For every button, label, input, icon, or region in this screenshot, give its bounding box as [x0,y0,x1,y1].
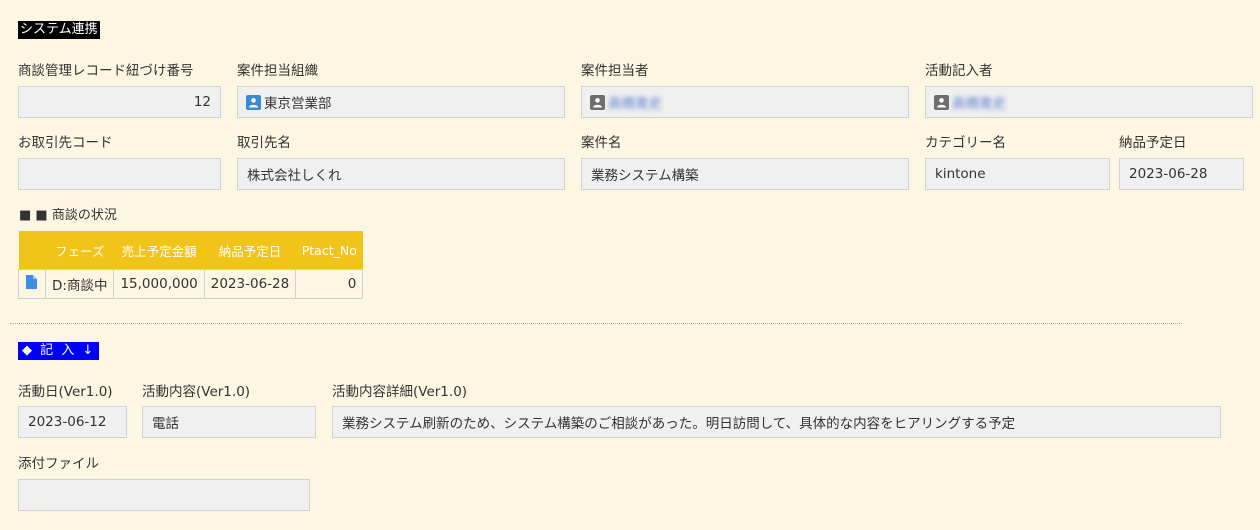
org-value[interactable]: 東京営業部 [264,92,332,112]
attachment-field [18,479,310,511]
org-field: 東京営業部 [237,86,565,118]
table-row: D:商談中 15,000,000 2023-06-28 0 [18,269,364,299]
table-header-icon-col [18,231,46,270]
document-icon[interactable] [26,275,37,289]
section-entry-title: ◆ 記 入 ↓ [18,342,100,360]
activity-detail-value: 業務システム刷新のため、システム構築のご相談があった。明日訪問して、具体的な内容… [342,416,1016,432]
deal-id-value: 12 [193,94,211,110]
client-name-field: 株式会社しくれ [237,158,565,190]
org-label: 案件担当組織 [237,63,318,79]
client-name-label: 取引先名 [237,135,291,151]
table-header-phase: フェーズ [45,231,114,270]
delivery-value: 2023-06-28 [1129,166,1208,182]
recorder-value[interactable]: 高橋寛史 [952,92,1006,112]
organization-icon [246,94,261,110]
user-icon [590,94,605,110]
delivery-field: 2023-06-28 [1119,158,1244,190]
user-icon [934,94,949,110]
activity-date-field: 2023-06-12 [18,406,127,438]
delivery-label: 納品予定日 [1119,135,1187,151]
activity-date-value: 2023-06-12 [28,414,107,430]
activity-content-field: 電話 [142,406,316,438]
category-value: kintone [935,166,986,182]
status-table: フェーズ 売上予定金額 納品予定日 Ptact_No D:商談中 15,000,… [18,231,364,299]
owner-label: 案件担当者 [581,63,649,79]
attachment-label: 添付ファイル [18,456,99,472]
row-amount: 15,000,000 [113,269,205,299]
recorder-field: 高橋寛史 [925,86,1253,118]
deal-id-field: 12 [18,86,221,118]
recorder-label: 活動記入者 [925,63,993,79]
client-code-label: お取引先コード [18,135,113,151]
row-open-cell[interactable] [18,269,46,299]
table-header-ptact: Ptact_No [295,231,363,270]
project-value: 業務システム構築 [591,168,699,184]
activity-date-label: 活動日(Ver1.0) [18,384,113,400]
category-label: カテゴリー名 [925,135,1006,151]
row-ptact: 0 [295,269,364,299]
activity-content-label: 活動内容(Ver1.0) [142,384,251,400]
activity-detail-field: 業務システム刷新のため、システム構築のご相談があった。明日訪問して、具体的な内容… [332,406,1221,438]
row-delivery: 2023-06-28 [203,269,297,299]
client-name-value: 株式会社しくれ [247,168,342,184]
owner-value[interactable]: 高橋寛史 [608,92,662,112]
status-section-title: ■ ■ 商談の状況 [19,208,117,223]
owner-field: 高橋寛史 [581,86,909,118]
project-field: 業務システム構築 [581,158,909,190]
project-label: 案件名 [581,135,622,151]
activity-detail-label: 活動内容詳細(Ver1.0) [332,384,468,400]
client-code-field [18,158,221,190]
category-field: kintone [925,158,1110,190]
section-divider [10,323,1182,324]
row-phase: D:商談中 [44,269,115,299]
table-header-amount: 売上予定金額 [113,231,205,270]
section-system-title: システム連携 [18,21,100,39]
activity-content-value: 電話 [152,416,179,432]
deal-id-label: 商談管理レコード紐づけ番号 [18,63,194,79]
table-header-delivery: 納品予定日 [204,231,296,270]
status-table-header: フェーズ 売上予定金額 納品予定日 Ptact_No [18,231,363,270]
